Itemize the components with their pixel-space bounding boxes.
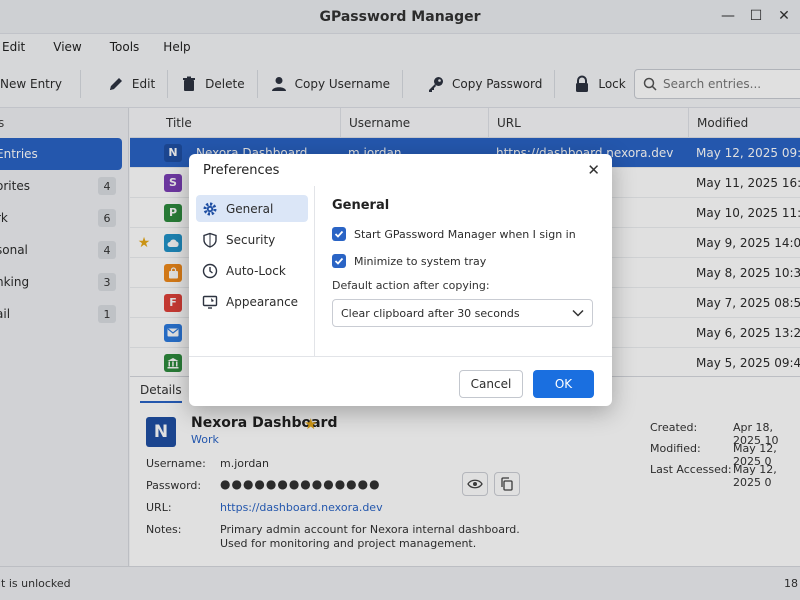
- select-value: Clear clipboard after 30 seconds: [341, 306, 520, 320]
- appearance-icon: [202, 295, 218, 309]
- ok-button[interactable]: OK: [533, 370, 594, 398]
- nav-item-appearance[interactable]: Appearance: [196, 288, 308, 315]
- preferences-body: General Start GPassword Manager when I s…: [332, 198, 602, 327]
- nav-item-label: Security: [226, 232, 276, 247]
- nav-item-general[interactable]: General: [196, 195, 308, 222]
- nav-item-label: Appearance: [226, 294, 299, 309]
- checkbox-checked[interactable]: [332, 227, 346, 241]
- nav-item-label: General: [226, 201, 274, 216]
- cancel-button[interactable]: Cancel: [459, 370, 523, 398]
- section-title: General: [332, 198, 390, 213]
- option-label: Minimize to system tray: [354, 254, 487, 268]
- dialog-footer: Cancel OK: [189, 356, 612, 406]
- gear-icon: [203, 202, 217, 215]
- nav-item-security[interactable]: Security: [196, 226, 308, 253]
- default-action-select[interactable]: Clear clipboard after 30 seconds: [332, 299, 593, 327]
- dialog-title: Preferences: [203, 163, 280, 178]
- default-action-label: Default action after copying:: [332, 279, 490, 292]
- start-on-signin-option[interactable]: Start GPassword Manager when I sign in: [332, 225, 602, 243]
- clock-icon: [202, 263, 218, 278]
- checkmark-icon: [334, 257, 344, 265]
- checkbox-checked[interactable]: [332, 254, 346, 268]
- nav-item-label: Auto-Lock: [226, 263, 286, 278]
- option-label: Start GPassword Manager when I sign in: [354, 227, 576, 241]
- preferences-nav: General Security Auto-Lock Appearance: [189, 186, 315, 356]
- nav-item-auto-lock[interactable]: Auto-Lock: [196, 257, 308, 284]
- preferences-dialog: Preferences ✕ General Security Auto-Lock…: [189, 154, 612, 406]
- shield-icon: [203, 232, 217, 248]
- chevron-down-icon: [572, 309, 584, 317]
- minimize-to-tray-option[interactable]: Minimize to system tray: [332, 252, 602, 270]
- checkmark-icon: [334, 230, 344, 238]
- dialog-close-button[interactable]: ✕: [587, 161, 600, 179]
